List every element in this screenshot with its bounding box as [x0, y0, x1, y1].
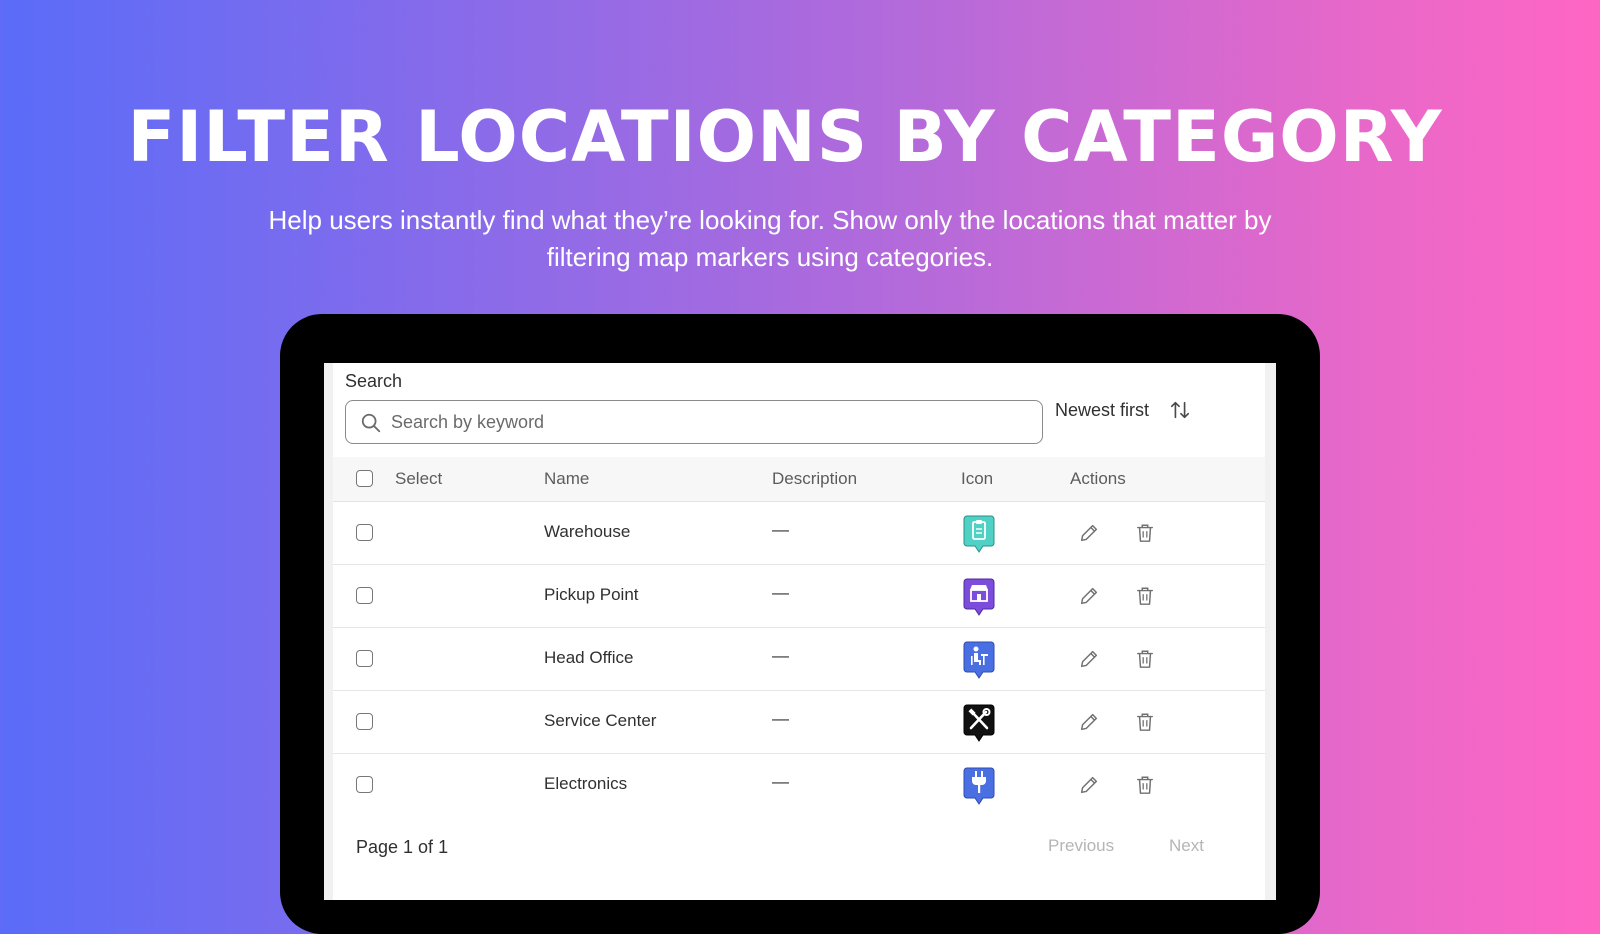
- row-name: Electronics: [544, 774, 628, 793]
- edit-icon[interactable]: [1078, 522, 1100, 544]
- row-checkbox[interactable]: [356, 776, 373, 793]
- table-row: Electronics —: [333, 754, 1265, 817]
- table-header: Select Name Description Icon Actions: [333, 457, 1265, 502]
- table-row: Head Office —: [333, 628, 1265, 691]
- trash-icon[interactable]: [1135, 585, 1155, 607]
- page-indicator: Page 1 of 1: [356, 837, 449, 857]
- tools-marker-icon: [963, 704, 995, 742]
- plug-marker-icon: [963, 767, 995, 805]
- row-description: —: [772, 583, 789, 602]
- row-name: Warehouse: [544, 522, 631, 541]
- previous-button[interactable]: Previous: [1048, 836, 1114, 856]
- search-label: Search: [345, 371, 403, 391]
- locations-panel: Search Search by keyword Newest first Se…: [333, 363, 1265, 900]
- header-actions: Actions: [1070, 469, 1126, 488]
- store-marker-icon: [963, 578, 995, 616]
- next-button[interactable]: Next: [1169, 836, 1204, 856]
- row-name: Head Office: [544, 648, 634, 667]
- trash-icon[interactable]: [1135, 522, 1155, 544]
- header-name: Name: [544, 469, 590, 488]
- header-description: Description: [772, 469, 858, 488]
- table-row: Warehouse —: [333, 502, 1265, 565]
- trash-icon[interactable]: [1135, 711, 1155, 733]
- row-checkbox[interactable]: [356, 587, 373, 604]
- edit-icon[interactable]: [1078, 648, 1100, 670]
- row-description: —: [772, 772, 789, 791]
- table-row: Pickup Point —: [333, 565, 1265, 628]
- row-checkbox[interactable]: [356, 713, 373, 730]
- row-name: Service Center: [544, 711, 657, 730]
- trash-icon[interactable]: [1135, 648, 1155, 670]
- clipboard-marker-icon: [963, 515, 995, 553]
- row-name: Pickup Point: [544, 585, 639, 604]
- search-placeholder: Search by keyword: [391, 412, 545, 432]
- row-checkbox[interactable]: [356, 524, 373, 541]
- device-screen: Search Search by keyword Newest first Se…: [324, 363, 1276, 900]
- trash-icon[interactable]: [1135, 774, 1155, 796]
- header-icon: Icon: [961, 469, 994, 488]
- hero-subtitle: Help users instantly find what they’re l…: [268, 205, 1272, 272]
- select-all-checkbox[interactable]: [356, 470, 373, 487]
- edit-icon[interactable]: [1078, 711, 1100, 733]
- row-description: —: [772, 520, 789, 539]
- hero-title: FILTER LOCATIONS BY CATEGORY: [127, 96, 1443, 178]
- sort-arrows-icon: [1170, 401, 1190, 419]
- row-checkbox[interactable]: [356, 650, 373, 667]
- edit-icon[interactable]: [1078, 774, 1100, 796]
- sort-label: Newest first: [1055, 399, 1150, 420]
- office-desk-marker-icon: [963, 641, 995, 679]
- row-description: —: [772, 709, 789, 728]
- table-row: Service Center —: [333, 691, 1265, 754]
- edit-icon[interactable]: [1078, 585, 1100, 607]
- search-icon: [361, 413, 381, 433]
- search-input[interactable]: Search by keyword: [345, 400, 1043, 444]
- header-select: Select: [395, 469, 443, 488]
- row-description: —: [772, 646, 789, 665]
- sort-button[interactable]: Newest first: [1055, 396, 1191, 424]
